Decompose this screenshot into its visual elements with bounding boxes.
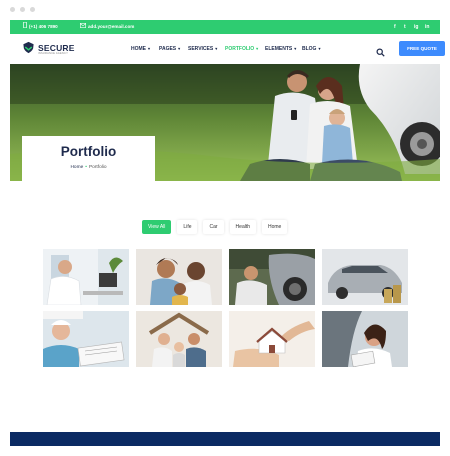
search-icon <box>376 44 385 61</box>
portfolio-tile-silver-car[interactable] <box>322 249 408 305</box>
brand-tagline: INSURANCE AGENCY <box>38 52 69 56</box>
portfolio-tile-doctor[interactable] <box>43 249 129 305</box>
filter-view-all[interactable]: View All <box>142 220 172 234</box>
portfolio-tile-car-damage[interactable] <box>229 249 315 305</box>
email-address: add.your@email.com <box>88 24 135 29</box>
nav-item-blog[interactable]: BLOG ▾ <box>302 34 320 64</box>
breadcrumb: Home • Portfolio <box>22 165 155 170</box>
email-contact[interactable]: add.your@email.com <box>80 20 134 34</box>
phone-number: (+1) 406 7890 <box>29 24 58 29</box>
twitter-icon[interactable]: t <box>404 20 406 34</box>
chevron-down-icon: ▾ <box>148 46 151 51</box>
mail-icon <box>80 20 87 34</box>
nav-item-portfolio[interactable]: PORTFOLIO ▾ <box>225 34 258 64</box>
facebook-icon[interactable]: f <box>394 20 396 34</box>
nav-item-services[interactable]: SERVICES ▾ <box>188 34 217 64</box>
window-chrome <box>0 0 450 20</box>
doctor-image <box>43 249 129 305</box>
chevron-down-icon: ▾ <box>318 46 321 51</box>
breadcrumb-separator-icon: • <box>85 165 87 170</box>
woman-car-image <box>322 311 408 367</box>
breadcrumb-current: Portfolio <box>88 165 107 170</box>
chevron-down-icon: ▾ <box>294 46 297 51</box>
car-damage-image <box>229 249 315 305</box>
portfolio-tile-woman-car[interactable] <box>322 311 408 367</box>
family-couch-image <box>136 249 222 305</box>
page-title-card: Portfolio Home • Portfolio <box>22 136 155 181</box>
page-title: Portfolio <box>60 144 117 159</box>
portfolio-tile-family-couch[interactable] <box>136 249 222 305</box>
phone-icon <box>23 20 27 34</box>
nurse-image <box>43 311 129 367</box>
search-button[interactable] <box>376 44 385 57</box>
portfolio-tile-family-roof[interactable] <box>136 311 222 367</box>
brand-logo[interactable]: SECURE INSURANCE AGENCY <box>22 41 75 59</box>
nav-item-elements[interactable]: ELEMENTS ▾ <box>265 34 296 64</box>
window-dot <box>10 7 15 12</box>
phone-contact[interactable]: (+1) 406 7890 <box>23 20 58 34</box>
linkedin-icon[interactable]: in <box>425 20 429 34</box>
main-navbar: SECURE INSURANCE AGENCY HOME ▾ PAGES ▾ SER… <box>10 34 445 64</box>
nav-label: PORTFOLIO <box>225 46 255 52</box>
nav-item-home[interactable]: HOME ▾ <box>131 34 150 64</box>
filter-home[interactable]: Home <box>262 220 288 234</box>
footer-band <box>10 432 440 446</box>
portfolio-filters: View All Life Car Health Home <box>142 220 288 234</box>
shield-icon <box>22 41 35 59</box>
chevron-down-icon: ▾ <box>256 46 259 51</box>
house-hands-image <box>229 311 315 367</box>
instagram-icon[interactable]: ig <box>414 20 418 34</box>
family-roof-image <box>136 311 222 367</box>
filter-car[interactable]: Car <box>203 220 224 234</box>
nav-label: BLOG <box>302 46 317 52</box>
portfolio-tile-nurse[interactable] <box>43 311 129 367</box>
nav-label: HOME <box>131 46 146 52</box>
window-dot <box>20 7 25 12</box>
chevron-down-icon: ▾ <box>178 46 181 51</box>
filter-life[interactable]: Life <box>177 220 198 234</box>
chevron-down-icon: ▾ <box>215 46 218 51</box>
breadcrumb-home[interactable]: Home <box>70 165 83 170</box>
nav-label: PAGES <box>159 46 177 52</box>
silver-car-image <box>322 249 408 305</box>
portfolio-tile-house-hands[interactable] <box>229 311 315 367</box>
window-dot <box>30 7 35 12</box>
nav-item-pages[interactable]: PAGES ▾ <box>159 34 180 64</box>
filter-health[interactable]: Health <box>229 220 256 234</box>
free-quote-button[interactable]: FREE QUOTE <box>399 41 445 56</box>
nav-label: ELEMENTS <box>265 46 293 52</box>
top-contact-bar: (+1) 406 7890 add.your@email.com f t ig … <box>10 20 440 34</box>
nav-label: SERVICES <box>188 46 214 52</box>
